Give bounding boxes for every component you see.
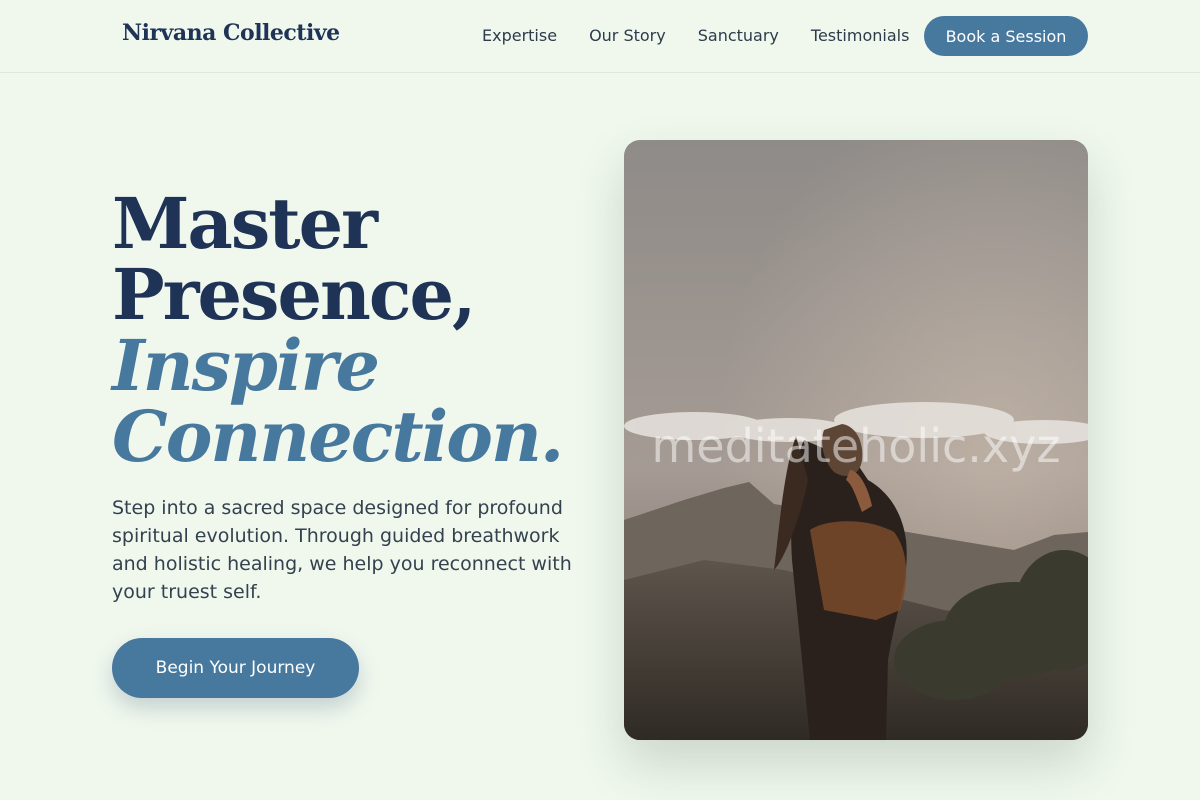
hero-description: Step into a sacred space designed for pr… bbox=[112, 497, 572, 603]
main-nav: Expertise Our Story Sanctuary Testimonia… bbox=[482, 26, 941, 45]
hero-title-accent-line-2: Connection. bbox=[112, 395, 564, 478]
nav-link-expertise[interactable]: Expertise bbox=[482, 26, 557, 45]
image-watermark: meditateholic.xyz bbox=[651, 419, 1060, 473]
hero-title-line-1: Master bbox=[112, 182, 378, 265]
meditation-photo: meditateholic.xyz bbox=[624, 140, 1088, 740]
brand-logo[interactable]: Nirvana Collective bbox=[122, 20, 340, 46]
hero-title-line-2: Presence, bbox=[112, 253, 476, 336]
site-header: Nirvana Collective Expertise Our Story S… bbox=[0, 0, 1200, 73]
nav-link-testimonials[interactable]: Testimonials bbox=[811, 26, 910, 45]
nav-link-our-story[interactable]: Our Story bbox=[589, 26, 666, 45]
book-session-button[interactable]: Book a Session bbox=[924, 16, 1088, 56]
hero-image: meditateholic.xyz bbox=[624, 140, 1088, 740]
nav-link-sanctuary[interactable]: Sanctuary bbox=[698, 26, 779, 45]
hero-title-accent-line-1: Inspire bbox=[112, 324, 380, 407]
begin-journey-button[interactable]: Begin Your Journey bbox=[112, 638, 359, 698]
hero-title: Master Presence, Inspire Connection. bbox=[112, 182, 564, 478]
